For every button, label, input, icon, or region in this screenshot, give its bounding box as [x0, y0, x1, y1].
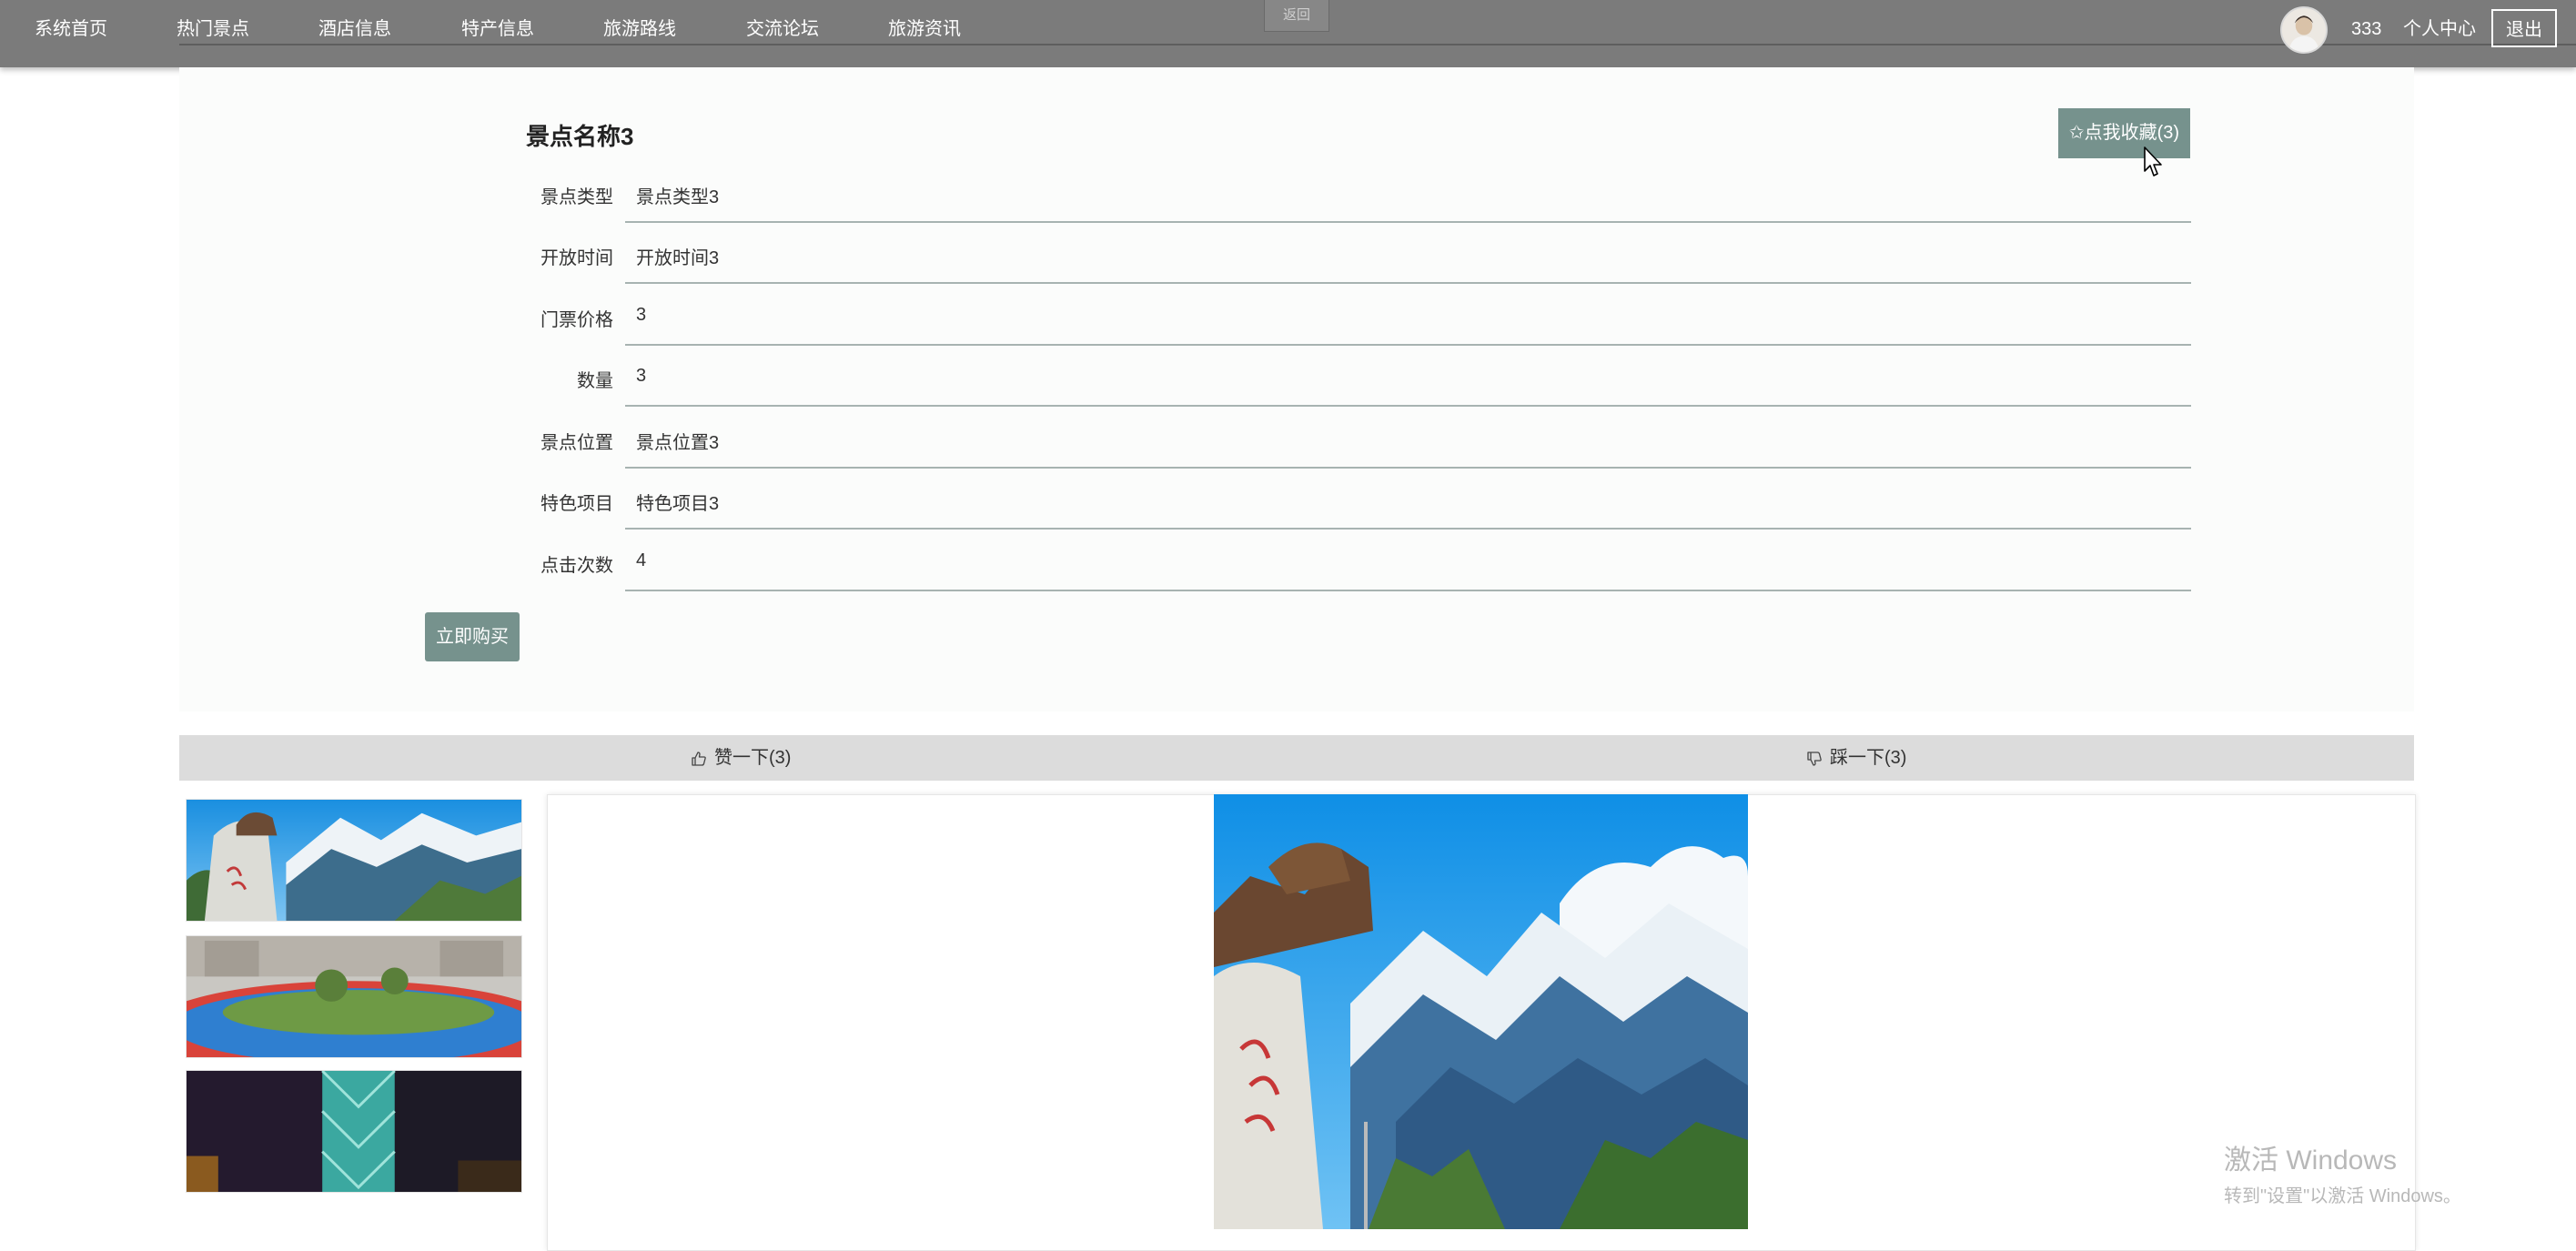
- attraction-title: 景点名称3: [526, 123, 634, 150]
- main-image: [1214, 794, 1748, 1229]
- field-label-quantity: 数量: [577, 371, 613, 391]
- nav-item-hotels[interactable]: 酒店信息: [318, 14, 391, 45]
- field-value-type: 景点类型3: [636, 187, 720, 207]
- gallery-thumbnail-2[interactable]: [186, 935, 522, 1058]
- like-button[interactable]: 赞一下(3): [691, 735, 791, 781]
- field-value-box-location: 景点位置3: [625, 408, 2191, 469]
- nav-item-home[interactable]: 系统首页: [35, 14, 107, 45]
- nav-divider: [179, 44, 2576, 45]
- nav-item-routes[interactable]: 旅游路线: [603, 14, 676, 45]
- field-value-quantity: 3: [636, 366, 647, 386]
- night-building-photo: [187, 1071, 521, 1192]
- field-value-open-time: 开放时间3: [636, 248, 720, 268]
- field-label-open-time: 开放时间: [540, 248, 613, 268]
- field-value-click-count: 4: [636, 550, 647, 570]
- field-label-click-count: 点击次数: [540, 556, 613, 576]
- field-value-location: 景点位置3: [636, 433, 720, 453]
- dislike-label: 踩一下(3): [1830, 748, 1907, 768]
- user-avatar[interactable]: [2280, 6, 2328, 54]
- thumbs-down-icon: [1807, 752, 1822, 766]
- nav-item-attractions[interactable]: 热门景点: [177, 14, 249, 45]
- field-value-features: 特色项目3: [636, 494, 720, 514]
- dislike-button[interactable]: 踩一下(3): [1806, 735, 1906, 781]
- avatar-photo: [2282, 8, 2326, 52]
- nav-item-news[interactable]: 旅游资讯: [888, 14, 961, 45]
- field-value-ticket-price: 3: [636, 305, 647, 325]
- park-running-track-photo: [187, 936, 521, 1057]
- field-row-open-time: 开放时间 开放时间3: [510, 223, 2191, 284]
- field-row-click-count: 点击次数 4: [510, 530, 2191, 591]
- field-value-box-click-count: 4: [625, 530, 2191, 591]
- user-center-link[interactable]: 个人中心: [2403, 14, 2476, 45]
- field-value-box-type: 景点类型3: [625, 162, 2191, 223]
- windows-activation-watermark: 激活 Windows 转到"设置"以激活 Windows。: [2224, 1137, 2461, 1207]
- nav-item-forum[interactable]: 交流论坛: [746, 14, 819, 45]
- field-label-features: 特色项目: [540, 494, 613, 514]
- field-label-ticket-price: 门票价格: [540, 310, 613, 330]
- like-label: 赞一下(3): [714, 748, 792, 768]
- gallery-thumbnail-1[interactable]: [186, 799, 522, 922]
- tiger-rock-mountain-photo-large: [1214, 794, 1748, 1229]
- field-row-type: 景点类型 景点类型3: [510, 162, 2191, 223]
- watermark-title: 激活 Windows: [2224, 1145, 2398, 1175]
- nav-item-specialties[interactable]: 特产信息: [461, 14, 534, 45]
- watermark-subtitle: 转到"设置"以激活 Windows。: [2224, 1186, 2461, 1206]
- buy-now-button[interactable]: 立即购买: [425, 612, 520, 661]
- field-value-box-ticket-price: 3: [625, 285, 2191, 346]
- field-value-box-features: 特色项目3: [625, 469, 2191, 530]
- field-label-type: 景点类型: [540, 187, 613, 207]
- field-value-box-open-time: 开放时间3: [625, 223, 2191, 284]
- field-row-ticket-price: 门票价格 3: [510, 285, 2191, 346]
- favorite-button[interactable]: ✩点我收藏(3): [2058, 108, 2190, 158]
- logout-button[interactable]: 退出: [2491, 9, 2557, 47]
- thumbs-up-icon: [692, 752, 706, 766]
- tiger-rock-mountain-photo: [187, 800, 521, 921]
- field-label-location: 景点位置: [540, 433, 613, 453]
- username: 333: [2351, 19, 2382, 39]
- back-button[interactable]: 返回: [1264, 0, 1329, 32]
- top-navigation-bar: 系统首页 热门景点 酒店信息 特产信息 旅游路线 交流论坛 旅游资讯 返回 33…: [0, 0, 2576, 67]
- field-value-box-quantity: 3: [625, 346, 2191, 407]
- field-row-quantity: 数量 3: [510, 346, 2191, 407]
- vote-bar: 赞一下(3) 踩一下(3): [179, 735, 2414, 781]
- field-row-location: 景点位置 景点位置3: [510, 408, 2191, 469]
- gallery-thumbnail-3[interactable]: [186, 1070, 522, 1193]
- field-row-features: 特色项目 特色项目3: [510, 469, 2191, 530]
